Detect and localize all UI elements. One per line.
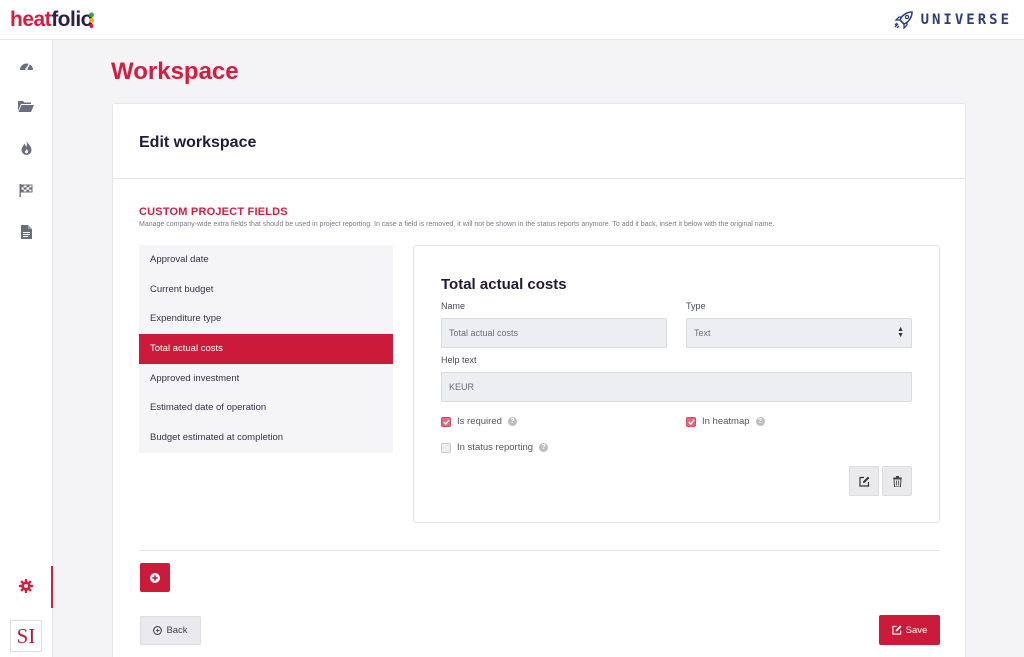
checkered-flag-icon: [19, 183, 33, 197]
plus-circle-icon: [150, 572, 160, 583]
sidebar: SI: [0, 40, 53, 657]
field-list-item[interactable]: Budget estimated at completion: [139, 423, 393, 453]
in-status-reporting-checkbox[interactable]: In status reporting ?: [441, 442, 549, 453]
universe-logo: UNIVERSE: [893, 9, 1012, 31]
field-list-item[interactable]: Estimated date of operation: [139, 393, 393, 423]
name-input[interactable]: Total actual costs: [441, 318, 667, 348]
back-button[interactable]: Back: [140, 616, 201, 645]
field-list-item[interactable]: Current budget: [139, 275, 393, 305]
select-arrows-icon: ▲ ▼: [897, 326, 904, 339]
edit-workspace-card: Edit workspace CUSTOM PROJECT FIELDS Man…: [112, 103, 966, 657]
field-list-item[interactable]: Approved investment: [139, 364, 393, 394]
sidebar-item-heatmap[interactable]: [18, 140, 34, 156]
arrow-circle-left-icon: [153, 626, 163, 635]
rocket-icon: [893, 11, 913, 30]
is-required-label: Is required: [457, 416, 502, 427]
type-select[interactable]: Text ▲ ▼: [686, 318, 912, 348]
help-question-icon[interactable]: ?: [539, 443, 549, 452]
edit-icon: [892, 625, 902, 635]
sidebar-item-milestones[interactable]: [18, 182, 34, 198]
universe-wordmark: UNIVERSE: [920, 12, 1012, 28]
in-status-reporting-label: In status reporting: [457, 442, 534, 453]
help-text-input[interactable]: KEUR: [441, 372, 912, 402]
top-bar: heatfolio UNIVERSE: [0, 0, 1024, 40]
checkbox-checked-icon[interactable]: [441, 416, 451, 427]
in-heatmap-label: In heatmap: [702, 416, 750, 427]
field-list-item[interactable]: Expenditure type: [139, 304, 393, 334]
save-button-label: Save: [905, 624, 928, 636]
custom-field-list: Approval date Current budget Expenditure…: [139, 245, 393, 453]
card-header-divider: [113, 178, 965, 179]
actions-divider: [139, 550, 940, 551]
page-title: Workspace: [111, 58, 239, 85]
field-list-item[interactable]: Approval date: [139, 245, 393, 275]
speedometer-icon: [19, 63, 33, 70]
sidebar-active-indicator: [51, 566, 53, 608]
sidebar-item-projects[interactable]: [18, 98, 34, 114]
field-detail-title: Total actual costs: [441, 276, 567, 293]
save-button[interactable]: Save: [879, 615, 940, 645]
folder-open-icon: [18, 101, 34, 112]
field-detail-panel: Total actual costs Name Total actual cos…: [413, 245, 940, 523]
help-text-label: Help text: [441, 355, 477, 365]
edit-icon: [858, 476, 869, 487]
sidebar-item-reports[interactable]: [18, 224, 34, 240]
checkbox-unchecked-icon[interactable]: [441, 442, 451, 453]
card-title: Edit workspace: [139, 134, 257, 151]
type-select-value: Text: [694, 328, 711, 338]
document-icon: [20, 225, 32, 239]
field-list-item-selected[interactable]: Total actual costs: [139, 334, 393, 364]
logo-dots-icon: [89, 12, 94, 28]
name-label: Name: [441, 301, 466, 311]
sidebar-item-settings[interactable]: [18, 578, 34, 594]
back-button-label: Back: [166, 625, 188, 636]
edit-field-button[interactable]: [849, 466, 879, 496]
sidebar-item-dashboard[interactable]: [18, 57, 34, 73]
type-label: Type: [686, 301, 706, 311]
help-question-icon[interactable]: ?: [755, 417, 765, 426]
trash-icon: [892, 475, 902, 487]
gear-icon: [19, 579, 33, 593]
in-heatmap-checkbox[interactable]: In heatmap ?: [686, 416, 765, 427]
flame-icon: [21, 141, 31, 155]
checkbox-checked-icon[interactable]: [686, 416, 696, 427]
add-field-button[interactable]: [140, 563, 170, 592]
help-question-icon[interactable]: ?: [507, 417, 517, 426]
organization-logo[interactable]: SI: [10, 620, 42, 652]
is-required-checkbox[interactable]: Is required ?: [441, 416, 517, 427]
delete-field-button[interactable]: [882, 466, 912, 496]
heatfolio-logo[interactable]: heatfolio: [10, 8, 94, 32]
section-title: CUSTOM PROJECT FIELDS: [139, 206, 288, 218]
section-description: Manage company-wide extra fields that sh…: [139, 221, 775, 228]
